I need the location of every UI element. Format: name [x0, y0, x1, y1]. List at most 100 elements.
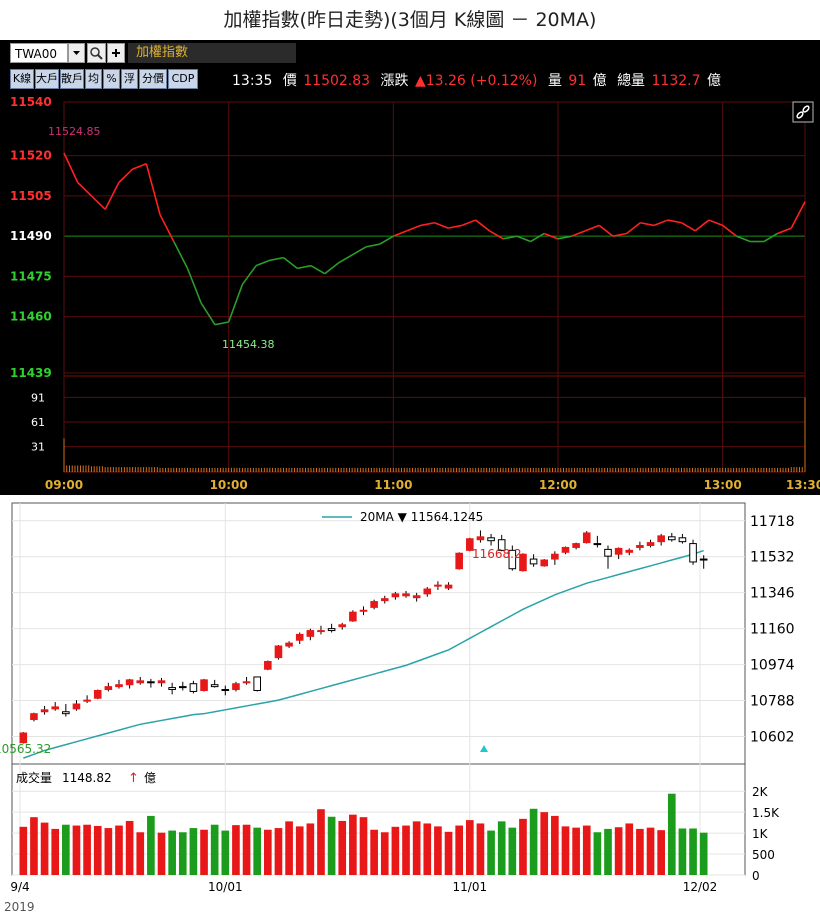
y-tick-label: 11505: [10, 189, 52, 203]
volume-bar: [508, 827, 517, 875]
candle: [274, 645, 283, 660]
candle: [455, 552, 463, 570]
candle-body: [699, 558, 708, 561]
candle-body: [93, 689, 102, 699]
candle-body: [349, 611, 357, 622]
volume-bar: [540, 812, 549, 875]
low-label: 10565.32: [0, 742, 51, 756]
x-tick-label: 09:00: [45, 478, 83, 492]
candle-body: [317, 630, 325, 633]
volume-bar: [263, 829, 272, 875]
volume-tick-label: 0: [752, 869, 760, 883]
volume-total-value: 1148.82: [62, 771, 112, 785]
candle-body: [83, 699, 91, 702]
volume-bar: [72, 825, 81, 875]
volume-bar: [327, 816, 336, 875]
candle-body: [327, 628, 336, 632]
candle-body: [359, 609, 368, 612]
price-segment: [530, 232, 545, 243]
volume-bar: [210, 824, 219, 875]
price-segment: [516, 235, 531, 243]
candle-body: [125, 679, 134, 686]
volume-bar: [667, 793, 676, 875]
candle-body: [678, 537, 687, 543]
volume-bar: [232, 825, 240, 875]
price-segment: [406, 224, 422, 232]
intraday-frame: [63, 101, 806, 473]
volume-bar: [221, 830, 230, 875]
price-segment: [694, 219, 710, 232]
year-label: 2019: [4, 900, 35, 914]
volume-bar: [391, 826, 400, 875]
volume-bar: [551, 815, 559, 875]
volume-bar: [349, 814, 357, 875]
price-segment: [365, 243, 380, 248]
candle-body: [232, 683, 240, 691]
candle-body: [147, 681, 155, 684]
price-segment: [626, 222, 641, 235]
candle-body: [529, 558, 538, 565]
link-button[interactable]: [792, 101, 814, 123]
candle-body: [136, 680, 145, 684]
y-tick-label: 11439: [10, 366, 52, 380]
candle-body: [264, 660, 272, 670]
price-segment: [77, 181, 93, 197]
volume-bar: [572, 827, 580, 875]
candle-body: [200, 679, 208, 691]
price-segment: [571, 230, 586, 237]
candle-body: [72, 703, 81, 710]
candle-body: [689, 543, 697, 563]
volume-tick-label: 31: [31, 441, 45, 454]
volume-bar: [593, 832, 602, 875]
x-tick-label: 11:00: [374, 478, 412, 492]
price-segment: [640, 221, 655, 227]
candle-body: [551, 553, 559, 560]
price-segment: [420, 221, 435, 227]
price-segment: [145, 163, 161, 215]
candle-body: [625, 549, 634, 553]
price-segment: [283, 256, 298, 269]
candle-body: [62, 711, 70, 715]
price-segment: [269, 256, 284, 262]
candle-body: [614, 547, 623, 555]
volume-bar: [168, 830, 176, 875]
price-segment: [63, 152, 79, 183]
candle-body: [157, 680, 166, 684]
candle-body: [636, 545, 644, 548]
candle-body: [667, 536, 676, 541]
volume-bar: [253, 827, 262, 875]
volume-bar: [465, 820, 474, 875]
price-segment: [393, 230, 408, 237]
price-segment: [255, 259, 271, 267]
kline-panel: 11718 11532 11346 11160 10974 10788 10602 9/4 10…: [0, 497, 820, 917]
candle-body: [178, 686, 187, 689]
volume-bar: [625, 823, 634, 875]
price-segment: [241, 265, 257, 285]
volume-bar: [295, 826, 304, 875]
volume-bar: [147, 815, 155, 875]
candle-body: [657, 535, 665, 543]
volume-bar: [306, 823, 315, 875]
candle-body: [540, 559, 549, 567]
price-segment: [681, 222, 696, 232]
volume-bar: [678, 828, 687, 875]
volume-bar: [689, 828, 697, 875]
volume-bar: [115, 825, 123, 875]
volume-bar: [412, 821, 421, 875]
candle-body: [572, 543, 580, 548]
volume-unit-label: 億: [144, 771, 156, 785]
volume-bar: [646, 827, 655, 875]
candle: [349, 610, 357, 622]
volume-bar: [699, 832, 708, 875]
candle-body: [104, 686, 113, 691]
price-segment: [173, 241, 189, 269]
price-segment: [434, 221, 449, 229]
volume-bar: [455, 825, 464, 875]
candle: [93, 689, 102, 700]
candle-body: [295, 633, 304, 641]
y-ref-label: 11490: [10, 229, 52, 243]
volume-bar: [444, 831, 453, 875]
price-segment: [653, 219, 669, 227]
price-segment: [667, 219, 682, 224]
candle: [264, 660, 272, 671]
